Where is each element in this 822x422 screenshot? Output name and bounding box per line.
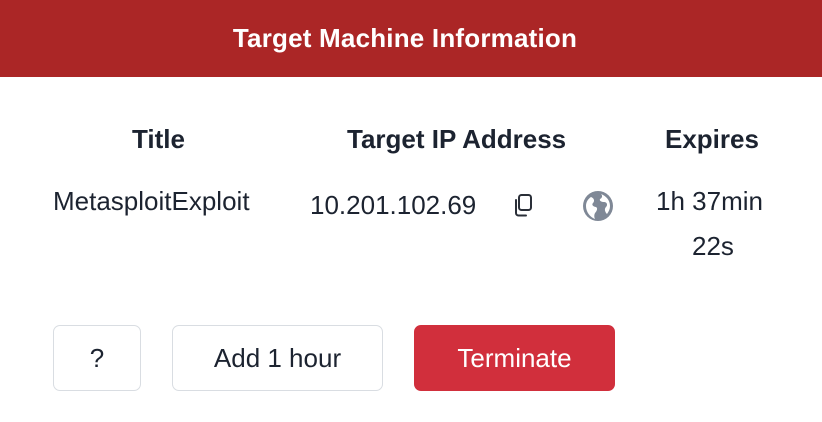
terminate-button[interactable]: Terminate — [414, 325, 615, 391]
panel-title: Target Machine Information — [232, 23, 578, 53]
expires-value-line2: 22s — [692, 231, 734, 261]
column-header-target-ip: Target IP Address — [347, 124, 567, 154]
machine-title-value: MetasploitExploit — [53, 186, 250, 216]
column-header-title: Title — [132, 124, 185, 154]
help-button[interactable]: ? — [53, 325, 141, 391]
copy-icon — [515, 194, 532, 217]
panel-header: Target Machine Information — [0, 0, 822, 77]
target-ip-value: 10.201.102.69 — [310, 190, 477, 220]
expires-value-line1: 1h 37min — [656, 186, 763, 216]
add-hour-button[interactable]: Add 1 hour — [172, 325, 383, 391]
globe-icon — [583, 191, 613, 221]
copy-ip-button[interactable] — [508, 191, 538, 221]
column-header-expires: Expires — [665, 124, 759, 154]
target-machine-panel: Target Machine Information Title Target … — [0, 0, 822, 422]
open-browser-button[interactable] — [581, 189, 615, 223]
